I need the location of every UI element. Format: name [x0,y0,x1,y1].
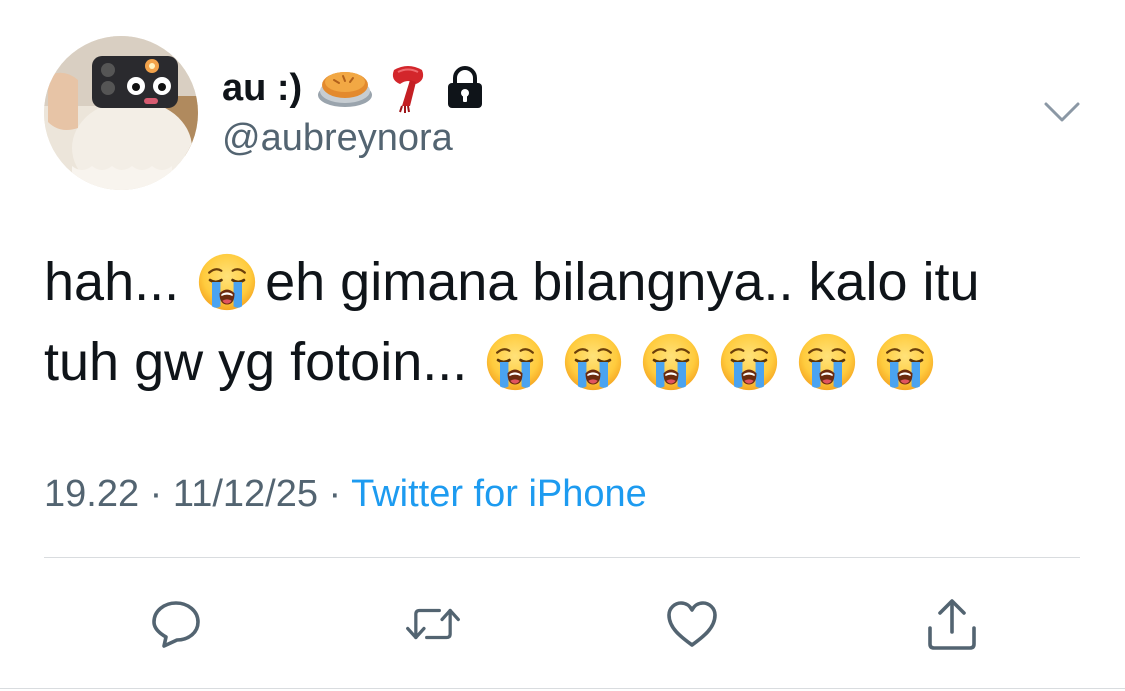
retweet-button[interactable] [405,596,461,652]
avatar[interactable] [44,36,198,190]
tweet-text: hah... eh gimana bilangnya.. kalo itu tuh… [44,242,1094,402]
tweet-line-1: hah... eh gimana bilangnya.. kalo itu [44,242,1094,322]
share-button[interactable] [924,596,980,652]
share-icon [928,599,976,650]
loudly-crying-face-emoji [563,332,623,392]
author-handle[interactable]: @aubreynora [222,117,453,160]
reply-icon [152,601,200,648]
loudly-crying-face-emoji [485,332,545,392]
tweet-date[interactable]: 11/12/25 [173,473,318,515]
tweet-line-2: tuh gw yg fotoin... [44,322,1094,402]
pie-emoji [316,65,374,111]
meta-separator: · [139,473,173,515]
tweet-source-link[interactable]: Twitter for iPhone [351,473,647,515]
bottom-divider [0,688,1125,689]
loudly-crying-face-emoji [797,332,857,392]
scarf-emoji [388,62,428,114]
tweet-time[interactable]: 19.22 [44,473,139,515]
tweet-meta: 19.22 · 11/12/25 · Twitter for iPhone [44,472,647,518]
like-button[interactable] [664,596,720,652]
tweet-text-part-1: hah... [44,252,180,312]
reply-button[interactable] [148,596,204,652]
heart-icon [667,601,717,647]
lock-icon [444,66,486,110]
author-name-row[interactable]: au :) [222,62,486,114]
loudly-crying-face-emoji [641,332,701,392]
retweet-icon [406,608,460,640]
chevron-down-icon[interactable] [1043,100,1081,126]
loudly-crying-face-emoji [197,252,257,312]
divider [44,557,1080,558]
loudly-crying-face-emoji [719,332,779,392]
tweet-text-part-2: eh gimana bilangnya.. kalo itu [265,252,980,312]
display-name[interactable]: au :) [222,69,302,107]
meta-separator: · [317,473,352,515]
loudly-crying-face-emoji [875,332,935,392]
tweet-text-part-3: tuh gw yg fotoin... [44,332,468,392]
